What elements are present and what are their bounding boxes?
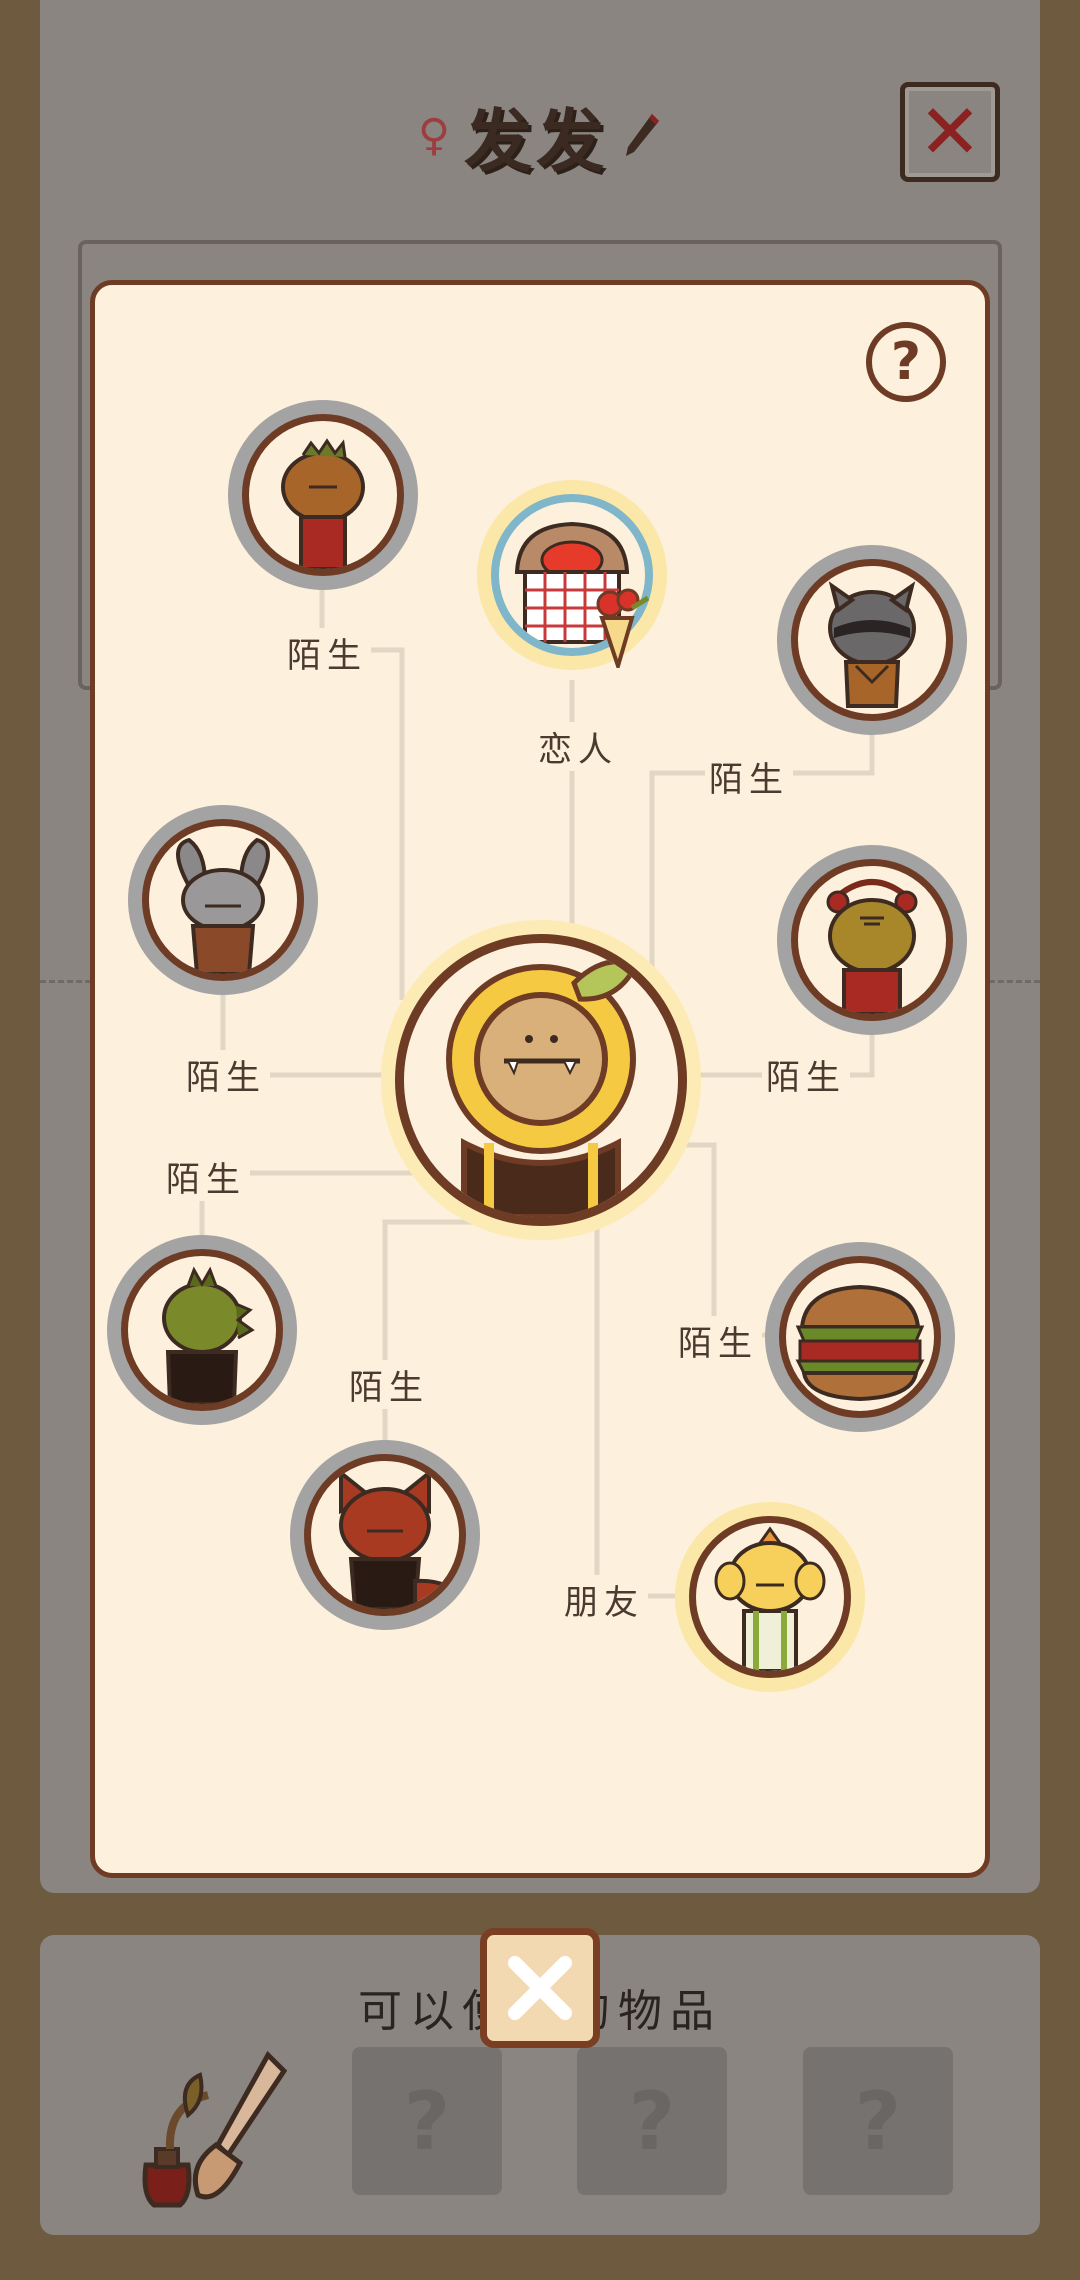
relation-avatar-raccoon[interactable] <box>777 545 967 735</box>
relation-avatar-lover[interactable] <box>477 480 667 670</box>
bouquet-icon <box>596 588 650 668</box>
relation-label: 陌生 <box>182 1050 270 1099</box>
relation-avatar-dino[interactable] <box>107 1235 297 1425</box>
relation-label: 陌生 <box>283 628 371 677</box>
dinosaur-character-icon <box>162 1266 255 1404</box>
relation-label: 恋人 <box>534 722 622 771</box>
pinecone-character-icon <box>281 438 365 569</box>
relation-avatar-pinecone[interactable] <box>228 400 418 590</box>
relation-avatar-chick[interactable] <box>675 1502 865 1692</box>
rabbit-character-icon <box>176 837 270 974</box>
modal-close-button[interactable] <box>480 1928 600 2048</box>
sunflower-character-icon <box>446 959 640 1217</box>
burger-character-icon <box>795 1284 925 1402</box>
relation-label: 陌生 <box>162 1152 250 1201</box>
relation-avatar-fox[interactable] <box>290 1440 480 1630</box>
relation-label: 陌生 <box>674 1316 762 1365</box>
chick-character-icon <box>714 1526 826 1671</box>
relation-label: 陌生 <box>345 1360 433 1409</box>
fox-character-icon <box>339 1468 459 1609</box>
close-icon <box>508 1956 572 2020</box>
relation-avatar-burger[interactable] <box>765 1242 955 1432</box>
relation-label: 陌生 <box>762 1050 850 1099</box>
relation-avatar-rabbit[interactable] <box>128 805 318 995</box>
help-button[interactable]: ? <box>866 322 946 402</box>
relation-label: 朋友 <box>560 1575 648 1624</box>
center-character-avatar[interactable] <box>381 920 701 1240</box>
relation-avatar-tiger[interactable] <box>777 845 967 1035</box>
tiger-character-icon <box>826 879 918 1014</box>
raccoon-character-icon <box>828 581 916 708</box>
relation-label: 陌生 <box>705 752 793 801</box>
